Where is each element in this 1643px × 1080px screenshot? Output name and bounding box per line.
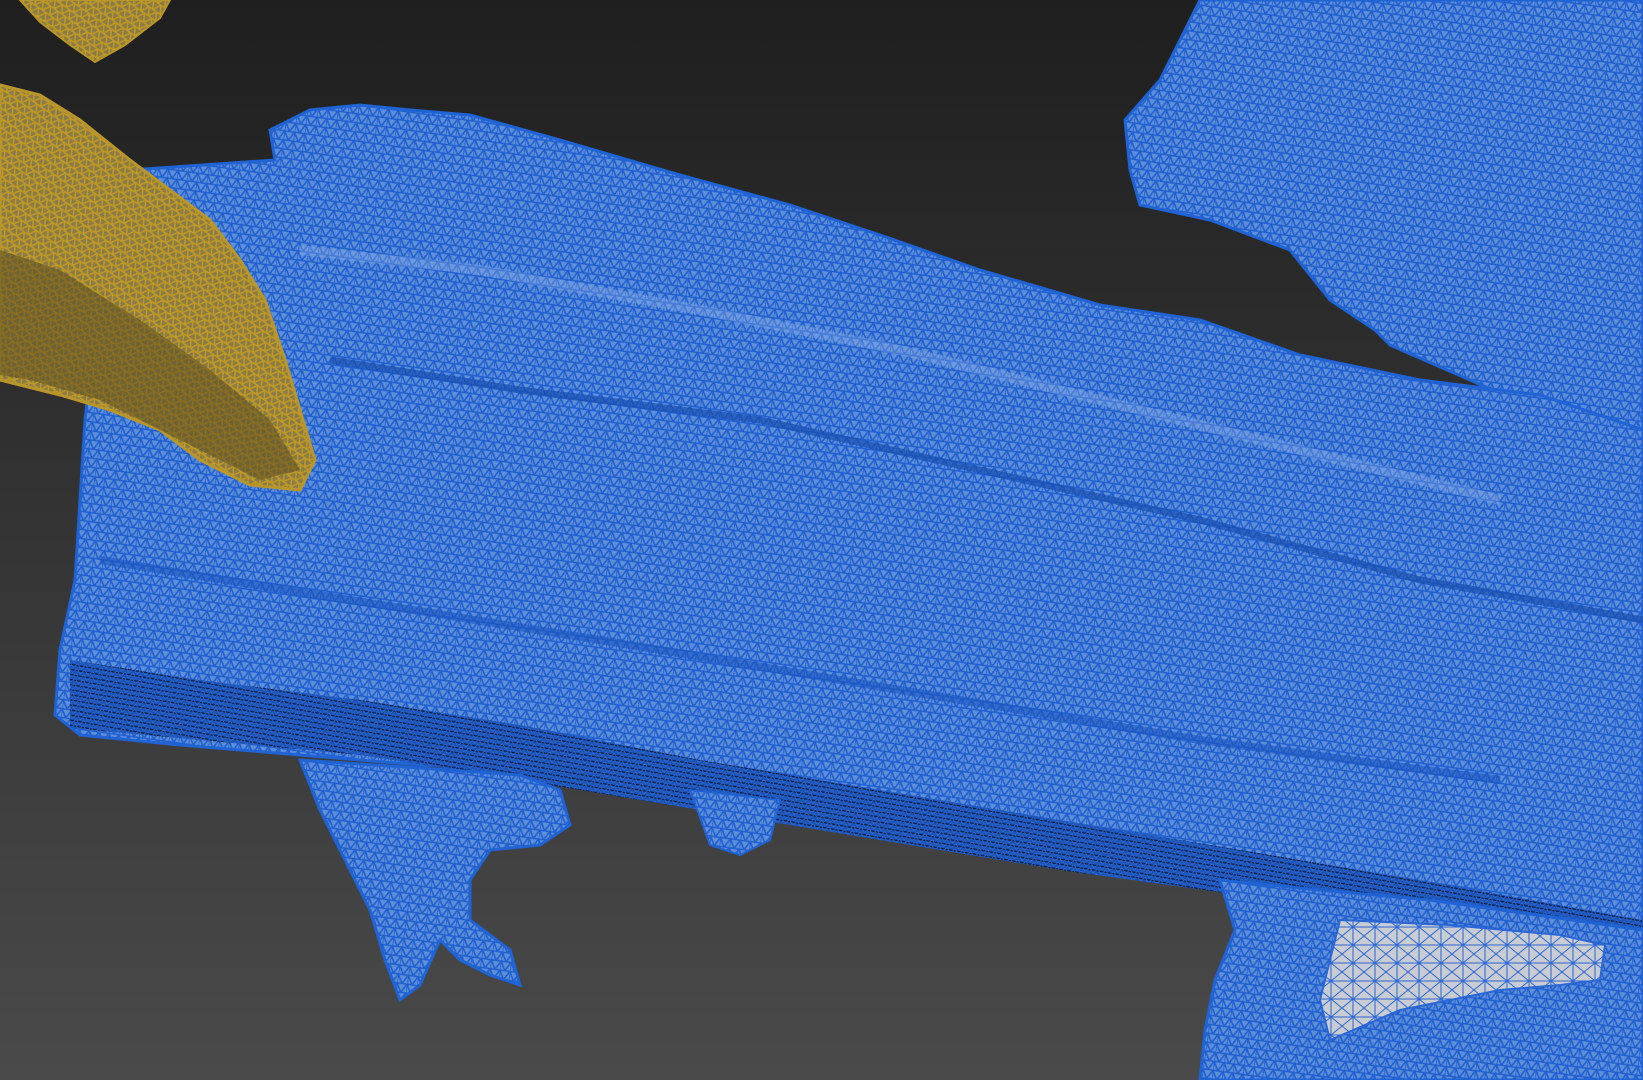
viewport-canvas[interactable]	[0, 0, 1643, 1080]
3d-viewport[interactable]	[0, 0, 1643, 1080]
